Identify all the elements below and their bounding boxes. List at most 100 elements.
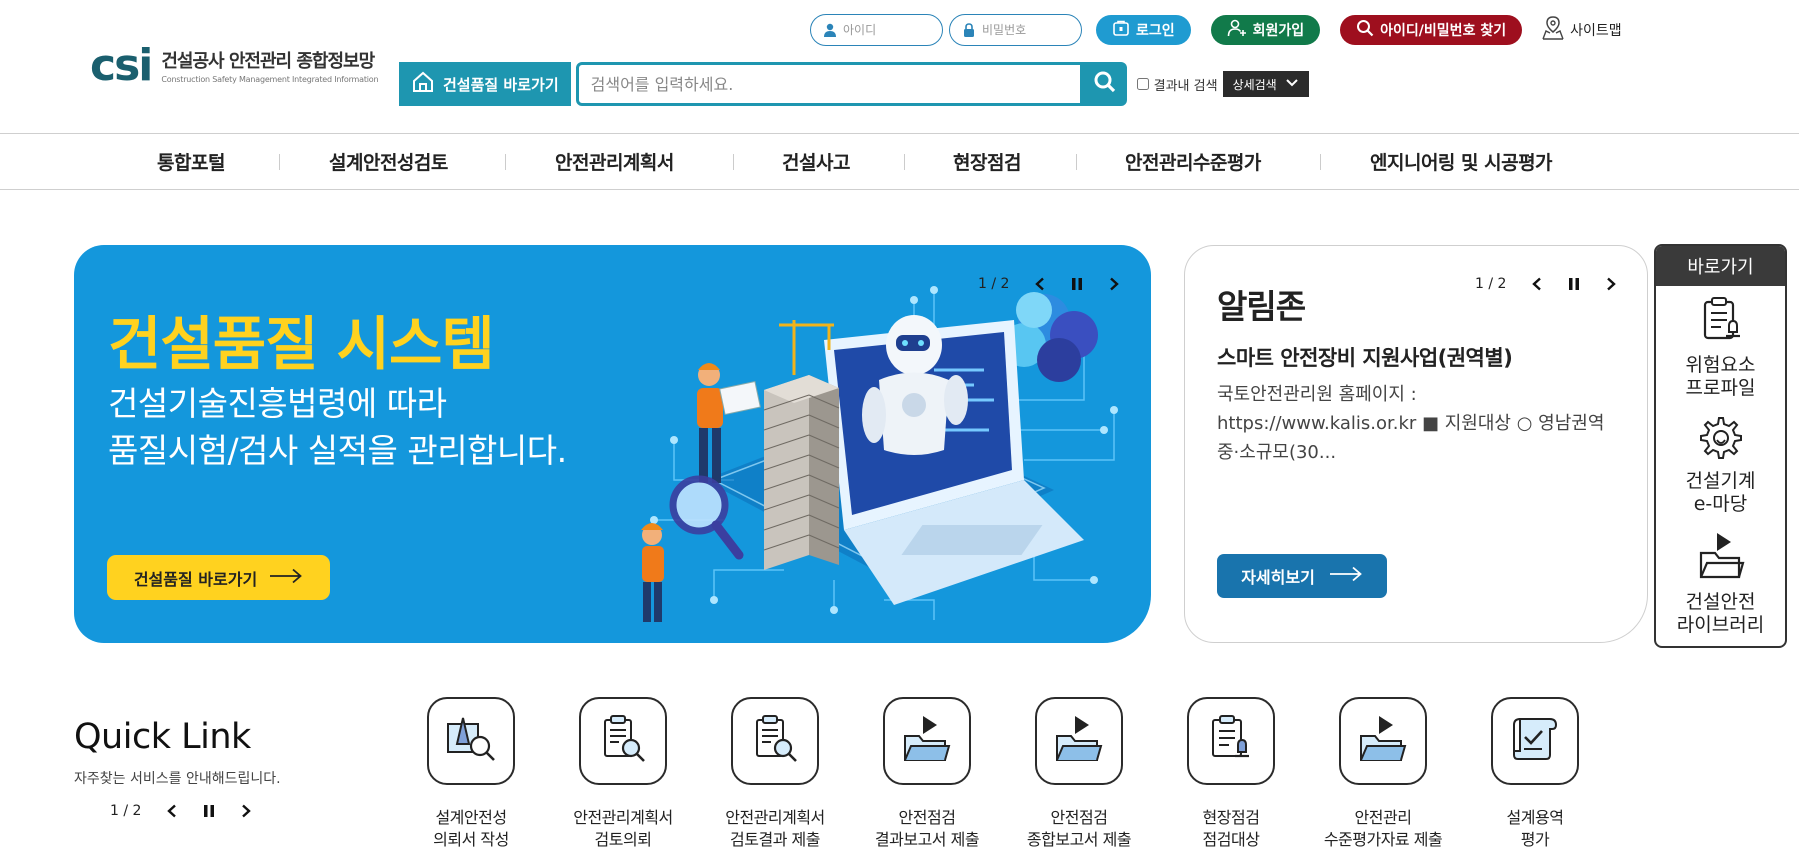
quicklink-title: Quick Link [74,717,251,757]
nav-item-portal[interactable]: 통합포털 [157,134,225,189]
pw-field-wrapper [949,14,1082,46]
quality-shortcut-label: 건설품질 바로가기 [443,75,559,94]
inner-search-label: 결과내 검색 [1153,78,1218,94]
logo-subtitle: Construction Safety Management Integrate… [161,75,379,84]
quicklink-icon-box [579,697,667,785]
notice-headline[interactable]: 스마트 안전장비 지원사업(권역별) [1217,342,1513,372]
login-icon [1112,20,1130,40]
join-label: 회원가입 [1252,23,1305,39]
arrow-right-icon [1329,566,1363,586]
detail-search-label: 상세검색 [1232,77,1277,92]
design-search-icon [444,714,498,768]
quicklink-label-line: 의뢰서 작성 [433,830,509,848]
quicklink-item-level-eval-submit[interactable]: 안전관리 수준평가자료 제출 [1308,697,1458,848]
hero-title: 건설품질 시스템 [108,310,495,378]
shortcut-label-line: e-마당 [1693,493,1748,515]
quicklink-item-plan-review-request[interactable]: 안전관리계획서 검토의뢰 [548,697,698,848]
inner-search-checkbox[interactable] [1136,78,1149,90]
inner-search-option[interactable]: 결과내 검색 [1136,75,1218,94]
quicklink-item-inspection-summary[interactable]: 안전점검 종합보고서 제출 [1004,697,1154,848]
nav-item-level-eval[interactable]: 안전관리수준평가 [1125,134,1261,189]
quicklink-icon-box [883,697,971,785]
quicklink-icon-box [731,697,819,785]
quicklink-slide-count: 1 / 2 [110,803,142,819]
quality-shortcut-button[interactable]: 건설품질 바로가기 [399,62,571,106]
pause-icon[interactable] [1563,273,1585,295]
scroll-check-icon [1510,715,1560,767]
site-logo[interactable]: csi 건설공사 안전관리 종합정보망 Construction Safety … [90,40,379,91]
construction-ai-illustration [641,286,1118,622]
quicklink-label: 안전관리 수준평가자료 제출 [1324,807,1443,848]
main-nav: 통합포털 설계안전성검토 안전관리계획서 건설사고 현장점검 안전관리수준평가 … [0,133,1799,190]
nav-item-design-safety[interactable]: 설계안전성검토 [329,134,448,189]
quicklink-label: 안전관리계획서 검토결과 제출 [725,807,825,848]
shortcut-machine-madang[interactable]: 건설기계 e-마당 [1656,416,1785,516]
clipboard-alert-icon [1207,714,1255,768]
next-arrow-icon[interactable] [235,800,257,822]
join-button[interactable]: 회원가입 [1210,15,1321,45]
hero-quality-button[interactable]: 건설품질 바로가기 [107,555,330,600]
shortcut-safety-library[interactable]: 건설안전 라이브러리 [1656,531,1785,637]
shortcut-label-line: 라이브러리 [1676,614,1765,636]
clipboard-search-icon [751,714,799,768]
quicklink-label-line: 안전점검 [898,808,956,827]
quicklink-label-line: 안전점검 [1050,808,1108,827]
hero-desc-line: 품질시험/검사 실적을 관리합니다. [108,431,567,470]
notice-title: 알림존 [1217,287,1306,326]
quicklink-item-plan-review-result[interactable]: 안전관리계획서 검토결과 제출 [700,697,850,848]
sitemap-link[interactable]: 사이트맵 [1542,16,1622,44]
nav-divider [733,154,734,170]
quicklink-label-line: 검토의뢰 [594,830,652,848]
quicklink-item-design-service-eval[interactable]: 설계용역 평가 [1460,697,1610,848]
quicklink-label-line: 종합보고서 제출 [1026,830,1132,848]
clipboard-search-icon [599,714,647,768]
notice-detail-button[interactable]: 자세히보기 [1217,554,1387,598]
shortcut-label-line: 위험요소 [1685,354,1756,376]
nav-divider [279,154,280,170]
notice-slider-controls: 1 / 2 [1475,273,1637,295]
prev-arrow-icon[interactable] [161,800,183,822]
detail-search-button[interactable]: 상세검색 [1222,71,1309,97]
home-icon [411,70,435,98]
gear-icon [1699,416,1743,464]
quicklink-label-line: 안전관리 [1354,808,1412,827]
nav-item-engineering-eval[interactable]: 엔지니어링 및 시공평가 [1370,134,1553,189]
quicklink-label: 설계안전성 의뢰서 작성 [433,807,509,848]
search-icon [1093,70,1117,98]
search-button[interactable] [1082,62,1127,106]
arrow-right-icon [269,568,303,588]
quicklink-item-field-inspection[interactable]: 현장점검 점검대상 [1156,697,1306,848]
add-user-icon [1227,19,1247,41]
login-row: 로그인 회원가입 아이디/비밀번호 찾기 사이트맵 [810,14,1622,46]
quicklink-item-inspection-report[interactable]: 안전점검 결과보고서 제출 [852,697,1002,848]
login-button[interactable]: 로그인 [1096,15,1191,45]
find-account-label: 아이디/비밀번호 찾기 [1380,23,1507,39]
quicklink-icon-box [1491,697,1579,785]
next-arrow-icon[interactable] [1600,273,1622,295]
chevron-down-icon [1285,77,1299,91]
lock-icon [962,23,976,37]
quicklink-label-line: 안전관리계획서 [725,808,825,827]
pause-icon[interactable] [198,800,220,822]
quicklink-label: 현장점검 점검대상 [1203,807,1260,848]
folder-play-icon [1697,531,1745,585]
id-field-wrapper [810,14,943,46]
prev-arrow-icon[interactable] [1526,273,1548,295]
nav-item-safety-plan[interactable]: 안전관리계획서 [555,134,674,189]
find-account-button[interactable]: 아이디/비밀번호 찾기 [1340,15,1523,45]
folder-play-icon [901,714,953,768]
shortcut-risk-profile[interactable]: 위험요소 프로파일 [1656,296,1785,400]
quicklink-label-line: 점검대상 [1202,830,1260,848]
search-input[interactable] [590,74,1080,94]
quicklink-slider-controls: 1 / 2 [110,800,272,822]
password-input[interactable] [982,23,1072,37]
notice-zone: 알림존 1 / 2 스마트 안전장비 지원사업(권역별) 국토안전관리원 홈페이… [1184,245,1648,643]
quicklink-item-design-request[interactable]: 설계안전성 의뢰서 작성 [396,697,546,848]
shortcut-label: 건설기계 e-마당 [1686,470,1756,516]
nav-item-inspection[interactable]: 현장점검 [953,134,1021,189]
shortcut-label-line: 프로파일 [1685,377,1756,399]
hero-desc-line: 건설기술진흥법령에 따라 [108,384,447,423]
shortcut-label: 위험요소 프로파일 [1686,354,1756,400]
nav-item-accident[interactable]: 건설사고 [782,134,850,189]
id-input[interactable] [843,23,933,37]
